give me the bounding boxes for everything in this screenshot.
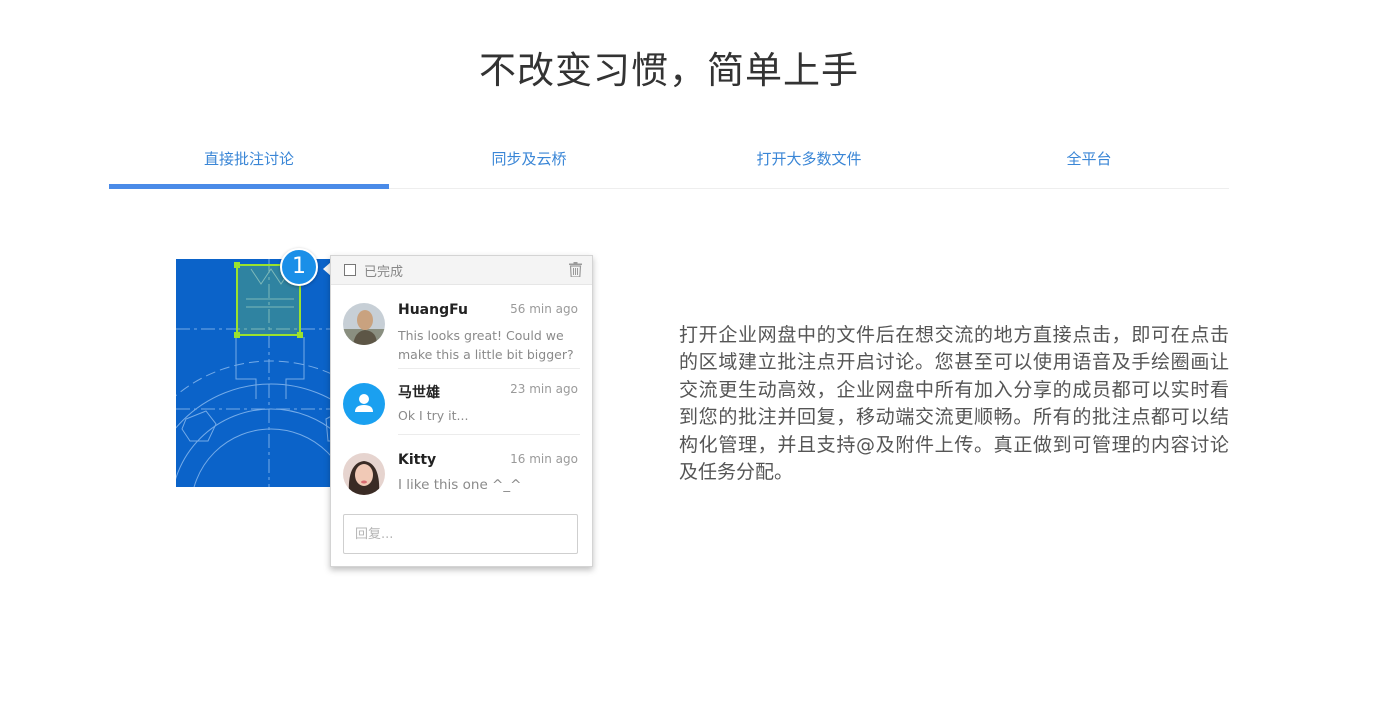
- comment-author: Kitty: [398, 452, 437, 468]
- popup-header: 已完成: [331, 256, 592, 285]
- tab-annotation[interactable]: 直接批注讨论: [109, 130, 389, 189]
- comment-item: 马世雄 23 min ago Ok I try it...: [343, 376, 581, 434]
- divider: [398, 368, 580, 369]
- blueprint-image: [176, 259, 336, 487]
- trash-icon[interactable]: [569, 262, 582, 281]
- annotation-marker[interactable]: 1: [280, 248, 318, 286]
- tab-open-files[interactable]: 打开大多数文件: [669, 130, 949, 188]
- photo-avatar-woman: [343, 453, 385, 495]
- divider: [398, 434, 580, 435]
- page: 不改变习惯，简单上手 直接批注讨论 同步及云桥 打开大多数文件 全平台 1 已完…: [0, 0, 1382, 726]
- marker-number: 1: [292, 254, 306, 279]
- comment-popup: 已完成 HuangFu 56 min ago This looks great!…: [330, 255, 593, 567]
- tab-sync[interactable]: 同步及云桥: [389, 130, 669, 188]
- comment-text: I like this one ^_^: [398, 477, 522, 493]
- comment-text: Ok I try it...: [398, 408, 469, 423]
- comment-time: 23 min ago: [510, 382, 578, 396]
- comment-text: This looks great! Could we make this a l…: [398, 328, 574, 362]
- tab-all-platforms[interactable]: 全平台: [949, 130, 1229, 188]
- comment-author: HuangFu: [398, 302, 468, 318]
- reply-input[interactable]: [343, 514, 578, 554]
- done-checkbox[interactable]: [344, 264, 356, 276]
- feature-description: 打开企业网盘中的文件后在想交流的地方直接点击，即可在点击的区域建立批注点开启讨论…: [679, 324, 1229, 484]
- photo-avatar-man: [343, 303, 385, 345]
- feature-tabs: 直接批注讨论 同步及云桥 打开大多数文件 全平台: [109, 130, 1229, 189]
- default-user-avatar: [343, 383, 385, 425]
- comment-item: HuangFu 56 min ago This looks great! Cou…: [343, 296, 581, 368]
- comment-time: 16 min ago: [510, 452, 578, 466]
- comment-time: 56 min ago: [510, 302, 578, 316]
- done-label: 已完成: [364, 265, 404, 280]
- section-title: 不改变习惯，简单上手: [479, 49, 859, 92]
- comment-item: Kitty 16 min ago I like this one ^_^: [343, 446, 581, 504]
- comment-author: 马世雄: [398, 385, 440, 401]
